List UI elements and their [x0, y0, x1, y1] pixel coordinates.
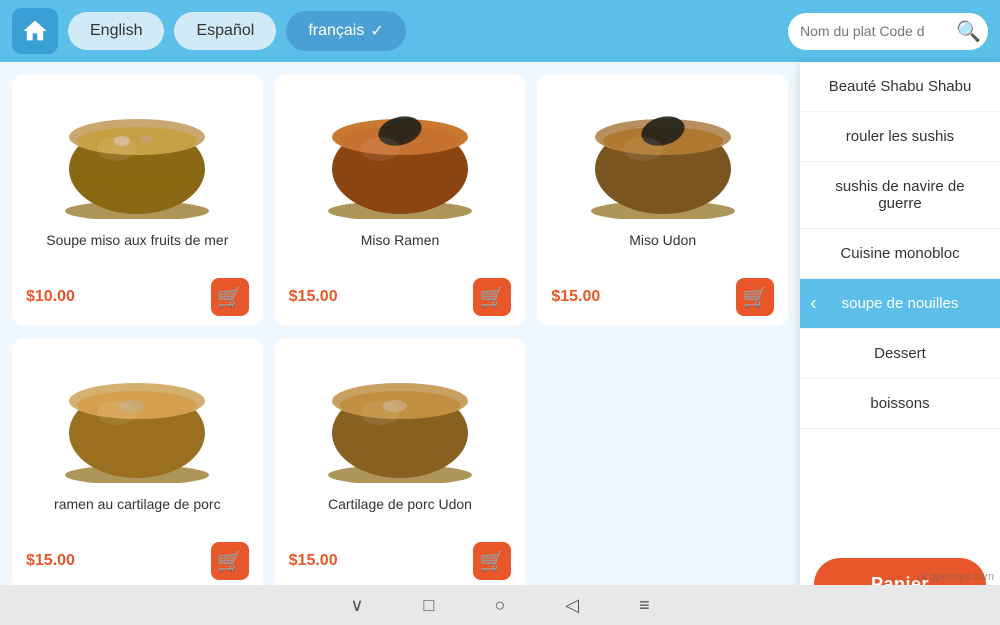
- product-name-miso-udon: Miso Udon: [629, 232, 696, 268]
- product-name-miso-mer: Soupe miso aux fruits de mer: [46, 232, 228, 268]
- product-image-miso-ramen: [315, 84, 485, 224]
- product-price-ramen-cartilage: $15.00: [26, 552, 75, 570]
- search-icon[interactable]: 🔍: [956, 19, 981, 44]
- nav-down[interactable]: ∨: [350, 595, 363, 616]
- nav-menu[interactable]: ≡: [639, 595, 650, 616]
- menu-item-sushis-navire[interactable]: sushis de navire de guerre: [800, 162, 1000, 229]
- nav-circle[interactable]: ○: [494, 595, 505, 616]
- watermark: pt.gpossys.com: [918, 571, 994, 583]
- product-footer-miso-mer: $10.00 🛒: [22, 274, 253, 316]
- add-to-cart-miso-mer[interactable]: 🛒: [211, 278, 249, 316]
- product-price-miso-ramen: $15.00: [289, 288, 338, 306]
- add-to-cart-miso-udon[interactable]: 🛒: [736, 278, 774, 316]
- product-area: Soupe miso aux fruits de mer $10.00 🛒: [0, 62, 800, 625]
- product-card-miso-udon: Miso Udon $15.00 🛒: [537, 74, 788, 326]
- product-name-cartilage-udon: Cartilage de porc Udon: [328, 496, 472, 532]
- francais-label: français: [308, 22, 364, 40]
- product-footer-cartilage-udon: $15.00 🛒: [285, 538, 516, 580]
- header: English Español français ✓ 🔍: [0, 0, 1000, 62]
- espanol-lang-button[interactable]: Español: [174, 12, 276, 50]
- menu-item-dessert[interactable]: Dessert: [800, 329, 1000, 379]
- product-price-cartilage-udon: $15.00: [289, 552, 338, 570]
- menu-item-rouler-sushis[interactable]: rouler les sushis: [800, 112, 1000, 162]
- product-footer-miso-ramen: $15.00 🛒: [285, 274, 516, 316]
- product-footer-miso-udon: $15.00 🛒: [547, 274, 778, 316]
- product-image-ramen-cartilage: [52, 348, 222, 488]
- francais-lang-button[interactable]: français ✓: [286, 11, 405, 51]
- product-grid: Soupe miso aux fruits de mer $10.00 🛒: [12, 74, 788, 590]
- product-image-miso-mer: [52, 84, 222, 224]
- sidebar-menu: Beauté Shabu Shaburouler les sushissushi…: [800, 62, 1000, 548]
- menu-item-cuisine-monobloc[interactable]: Cuisine monobloc: [800, 229, 1000, 279]
- english-lang-button[interactable]: English: [68, 12, 164, 50]
- nav-back[interactable]: ◁: [565, 595, 579, 616]
- nav-square[interactable]: □: [424, 595, 435, 616]
- menu-item-soupe-nouilles[interactable]: soupe de nouilles: [800, 279, 1000, 329]
- search-input[interactable]: [800, 23, 950, 39]
- product-price-miso-mer: $10.00: [26, 288, 75, 306]
- sidebar: Beauté Shabu Shaburouler les sushissushi…: [800, 62, 1000, 625]
- product-image-cartilage-udon: [315, 348, 485, 488]
- product-price-miso-udon: $15.00: [551, 288, 600, 306]
- add-to-cart-miso-ramen[interactable]: 🛒: [473, 278, 511, 316]
- home-icon: [21, 17, 49, 45]
- product-card-miso-mer: Soupe miso aux fruits de mer $10.00 🛒: [12, 74, 263, 326]
- add-to-cart-cartilage-udon[interactable]: 🛒: [473, 542, 511, 580]
- check-icon: ✓: [370, 21, 383, 41]
- main-content: Soupe miso aux fruits de mer $10.00 🛒: [0, 62, 1000, 625]
- product-card-miso-ramen: Miso Ramen $15.00 🛒: [275, 74, 526, 326]
- product-footer-ramen-cartilage: $15.00 🛒: [22, 538, 253, 580]
- add-to-cart-ramen-cartilage[interactable]: 🛒: [211, 542, 249, 580]
- product-card-cartilage-udon: Cartilage de porc Udon $15.00 🛒: [275, 338, 526, 590]
- home-button[interactable]: [12, 8, 58, 54]
- product-name-miso-ramen: Miso Ramen: [361, 232, 440, 268]
- nav-bar: ∨ □ ○ ◁ ≡: [0, 585, 1000, 625]
- product-image-miso-udon: [578, 84, 748, 224]
- product-card-ramen-cartilage: ramen au cartilage de porc $15.00 🛒: [12, 338, 263, 590]
- product-name-ramen-cartilage: ramen au cartilage de porc: [54, 496, 221, 532]
- menu-item-beaute-shabu[interactable]: Beauté Shabu Shabu: [800, 62, 1000, 112]
- menu-item-boissons[interactable]: boissons: [800, 379, 1000, 429]
- search-box: 🔍: [788, 13, 988, 50]
